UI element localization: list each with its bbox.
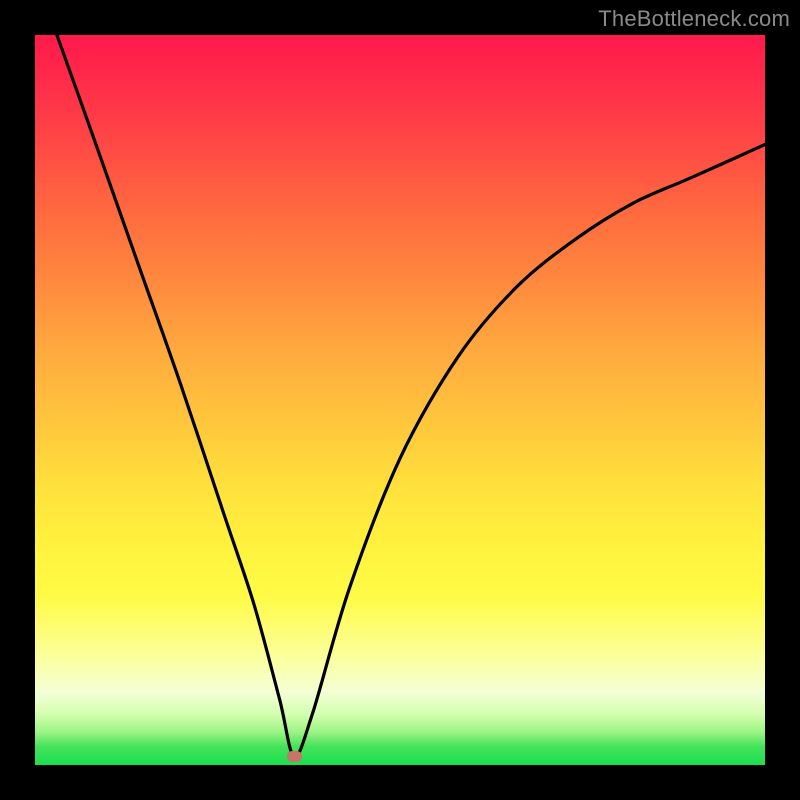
bottleneck-curve: [35, 35, 765, 765]
chart-frame: TheBottleneck.com: [0, 0, 800, 800]
watermark-text: TheBottleneck.com: [598, 6, 790, 32]
optimum-marker: [287, 751, 302, 762]
plot-area: [35, 35, 765, 765]
curve-path: [57, 35, 765, 756]
